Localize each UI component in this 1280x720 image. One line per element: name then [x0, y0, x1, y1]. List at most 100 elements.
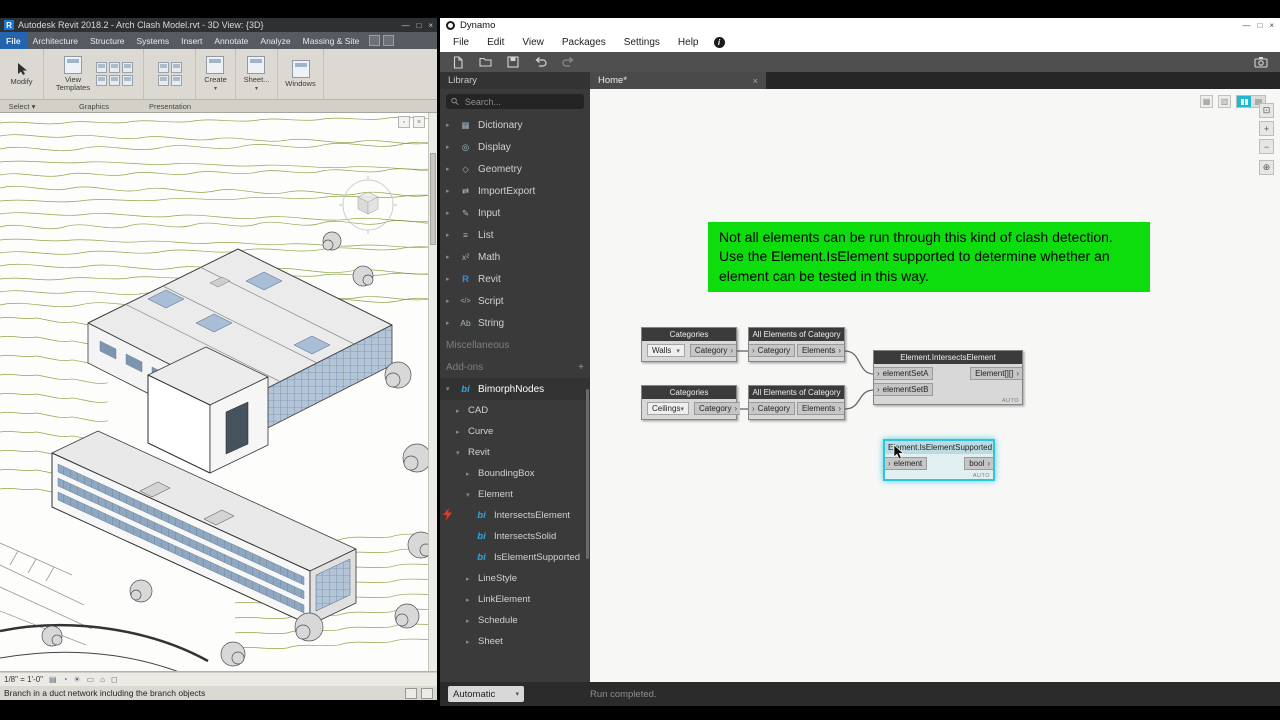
view-restore-icon[interactable]: ▫ — [398, 116, 410, 128]
open-file-icon[interactable] — [479, 56, 492, 68]
search-input[interactable] — [462, 95, 579, 108]
dynamo-canvas[interactable]: Not all elements can be run through this… — [590, 89, 1280, 682]
filters-icon[interactable] — [109, 62, 120, 73]
library-section-list[interactable]: ▸ ≡ List — [440, 224, 590, 246]
windows-button[interactable]: Windows — [285, 59, 316, 88]
sheet-dropdown-icon[interactable]: ▾ — [255, 86, 258, 93]
node-title[interactable]: Categories — [642, 386, 736, 399]
library-search[interactable] — [446, 94, 584, 109]
library-section-string[interactable]: ▸ Ab String — [440, 312, 590, 334]
library-section-importexport[interactable]: ▸ ⇄ ImportExport — [440, 180, 590, 202]
library-scrollbar[interactable] — [586, 389, 589, 559]
minimize-icon[interactable]: — — [401, 21, 409, 30]
new-file-icon[interactable] — [452, 55, 464, 69]
tab-structure[interactable]: Structure — [84, 32, 131, 49]
crop-view-icon[interactable]: ⌂ — [100, 675, 105, 684]
input-port-elementsetb[interactable]: › elementSetB — [874, 383, 934, 396]
visibility-icon[interactable] — [96, 62, 107, 73]
worksets-icon[interactable] — [405, 687, 417, 699]
tab-massing-site[interactable]: Massing & Site — [297, 32, 366, 49]
library-item-boundingbox[interactable]: ▸ BoundingBox — [440, 463, 590, 484]
node-all-elements-a[interactable]: All Elements of Category › Category Elem… — [748, 327, 845, 362]
menu-settings[interactable]: Settings — [615, 37, 669, 48]
tab-insert[interactable]: Insert — [175, 32, 208, 49]
export-workspace-icon[interactable]: ▦ — [1200, 95, 1213, 108]
input-port-elementseta[interactable]: › elementSetA — [874, 367, 934, 380]
library-item-cad[interactable]: ▸ CAD — [440, 400, 590, 421]
redo-icon[interactable] — [562, 56, 575, 68]
output-port-element-array[interactable]: Element[][] › — [970, 367, 1022, 380]
input-port-category[interactable]: › Category — [749, 402, 796, 415]
revit-titlebar[interactable]: R Autodesk Revit 2018.2 - Arch Clash Mod… — [0, 18, 437, 32]
tab-architecture[interactable]: Architecture — [27, 32, 84, 49]
library-item-revit[interactable]: ▾ Revit — [440, 442, 590, 463]
run-mode-select[interactable]: Automatic ▾ — [448, 686, 524, 702]
sun-path-icon[interactable]: ☀ — [73, 675, 80, 684]
dynamo-titlebar[interactable]: Dynamo — □ × — [440, 18, 1280, 33]
viewport-scrollbar[interactable] — [428, 113, 437, 671]
library-section-script[interactable]: ▸ </> Script — [440, 290, 590, 312]
tab-file[interactable]: File — [0, 32, 27, 49]
presets-icon[interactable]: ▥ — [1218, 95, 1231, 108]
input-port-element[interactable]: › element — [885, 457, 928, 470]
package-bimorphnodes[interactable]: ▾ bi BimorphNodes — [440, 378, 590, 400]
tab-overflow-icons[interactable] — [369, 32, 395, 49]
library-node-iselementsupported[interactable]: bi IsElementSupported — [440, 547, 590, 568]
node-title[interactable]: Element.IntersectsElement — [874, 351, 1022, 364]
category-dropdown[interactable]: Ceilings ▾ — [647, 402, 689, 415]
walkthrough-icon[interactable] — [170, 75, 182, 86]
shadows-icon[interactable]: ▭ — [87, 675, 95, 684]
library-item-schedule[interactable]: ▸ Schedule — [440, 610, 590, 631]
note[interactable]: Not all elements can be run through this… — [708, 222, 1150, 292]
tab-home[interactable]: Home* × — [590, 72, 766, 89]
visual-style-icon[interactable]: ◔ — [63, 675, 68, 684]
library-item-sheet[interactable]: ▸ Sheet — [440, 631, 590, 652]
show-hidden-icon[interactable] — [96, 75, 107, 86]
pan-button[interactable]: ⊕ — [1259, 160, 1274, 175]
design-options-icon[interactable] — [421, 687, 433, 699]
output-port-category[interactable]: Category › — [689, 344, 736, 357]
node-intersects-element[interactable]: Element.IntersectsElement › elementSetA … — [873, 350, 1023, 405]
library-section-revit[interactable]: ▸ R Revit — [440, 268, 590, 290]
lacing-indicator[interactable]: AUTO — [1002, 398, 1019, 404]
undo-icon[interactable] — [534, 56, 547, 68]
library-section-geometry[interactable]: ▸ ◇ Geometry — [440, 158, 590, 180]
presentation-tools-grid[interactable] — [157, 62, 182, 86]
library-section-math[interactable]: ▸ x² Math — [440, 246, 590, 268]
library-item-element[interactable]: ▾ Element — [440, 484, 590, 505]
render-icon[interactable] — [157, 62, 169, 73]
zoom-fit-button[interactable]: ⊡ — [1259, 103, 1274, 118]
node-categories-walls[interactable]: Categories Walls ▾ Category › — [641, 327, 737, 362]
node-title[interactable]: Categories — [642, 328, 736, 341]
library-node-intersectssolid[interactable]: bi IntersectsSolid — [440, 526, 590, 547]
tab-analyze[interactable]: Analyze — [254, 32, 296, 49]
create-view-button[interactable]: Create ▾ — [204, 55, 227, 93]
output-port-category[interactable]: Category › — [693, 402, 741, 415]
render-cloud-icon[interactable] — [170, 62, 182, 73]
node-title[interactable]: All Elements of Category — [749, 386, 844, 399]
cut-profile-icon[interactable] — [122, 75, 133, 86]
revit-3d-viewport[interactable]: ▫ × — [0, 113, 437, 672]
menu-view[interactable]: View — [513, 37, 553, 48]
menu-file[interactable]: File — [444, 37, 478, 48]
select-panel-label[interactable]: Select ▾ — [0, 102, 44, 111]
zoom-in-button[interactable]: + — [1259, 121, 1274, 136]
library-section-input[interactable]: ▸ ✎ Input — [440, 202, 590, 224]
view-templates-button[interactable]: View Templates — [54, 55, 92, 93]
tab-close-icon[interactable]: × — [753, 76, 758, 86]
library-node-intersectselement[interactable]: bi IntersectsElement — [440, 505, 590, 526]
graph-view-icon[interactable] — [1237, 96, 1251, 107]
output-port-elements[interactable]: Elements › — [796, 402, 844, 415]
sheet-button[interactable]: Sheet... ▾ — [244, 55, 269, 93]
save-icon[interactable] — [507, 56, 519, 68]
crop-region-icon[interactable]: ◻ — [111, 675, 118, 684]
graphics-tools-grid[interactable] — [96, 62, 133, 86]
output-port-bool[interactable]: bool › — [964, 457, 993, 470]
library-section-display[interactable]: ▸ ◎ Display — [440, 136, 590, 158]
view-close-icon[interactable]: × — [413, 116, 425, 128]
library-item-linkelement[interactable]: ▸ LinkElement — [440, 589, 590, 610]
library-section-dictionary[interactable]: ▸ ▦ Dictionary — [440, 114, 590, 136]
tab-annotate[interactable]: Annotate — [208, 32, 254, 49]
output-port-elements[interactable]: Elements › — [796, 344, 844, 357]
lacing-indicator[interactable]: AUTO — [973, 473, 990, 479]
